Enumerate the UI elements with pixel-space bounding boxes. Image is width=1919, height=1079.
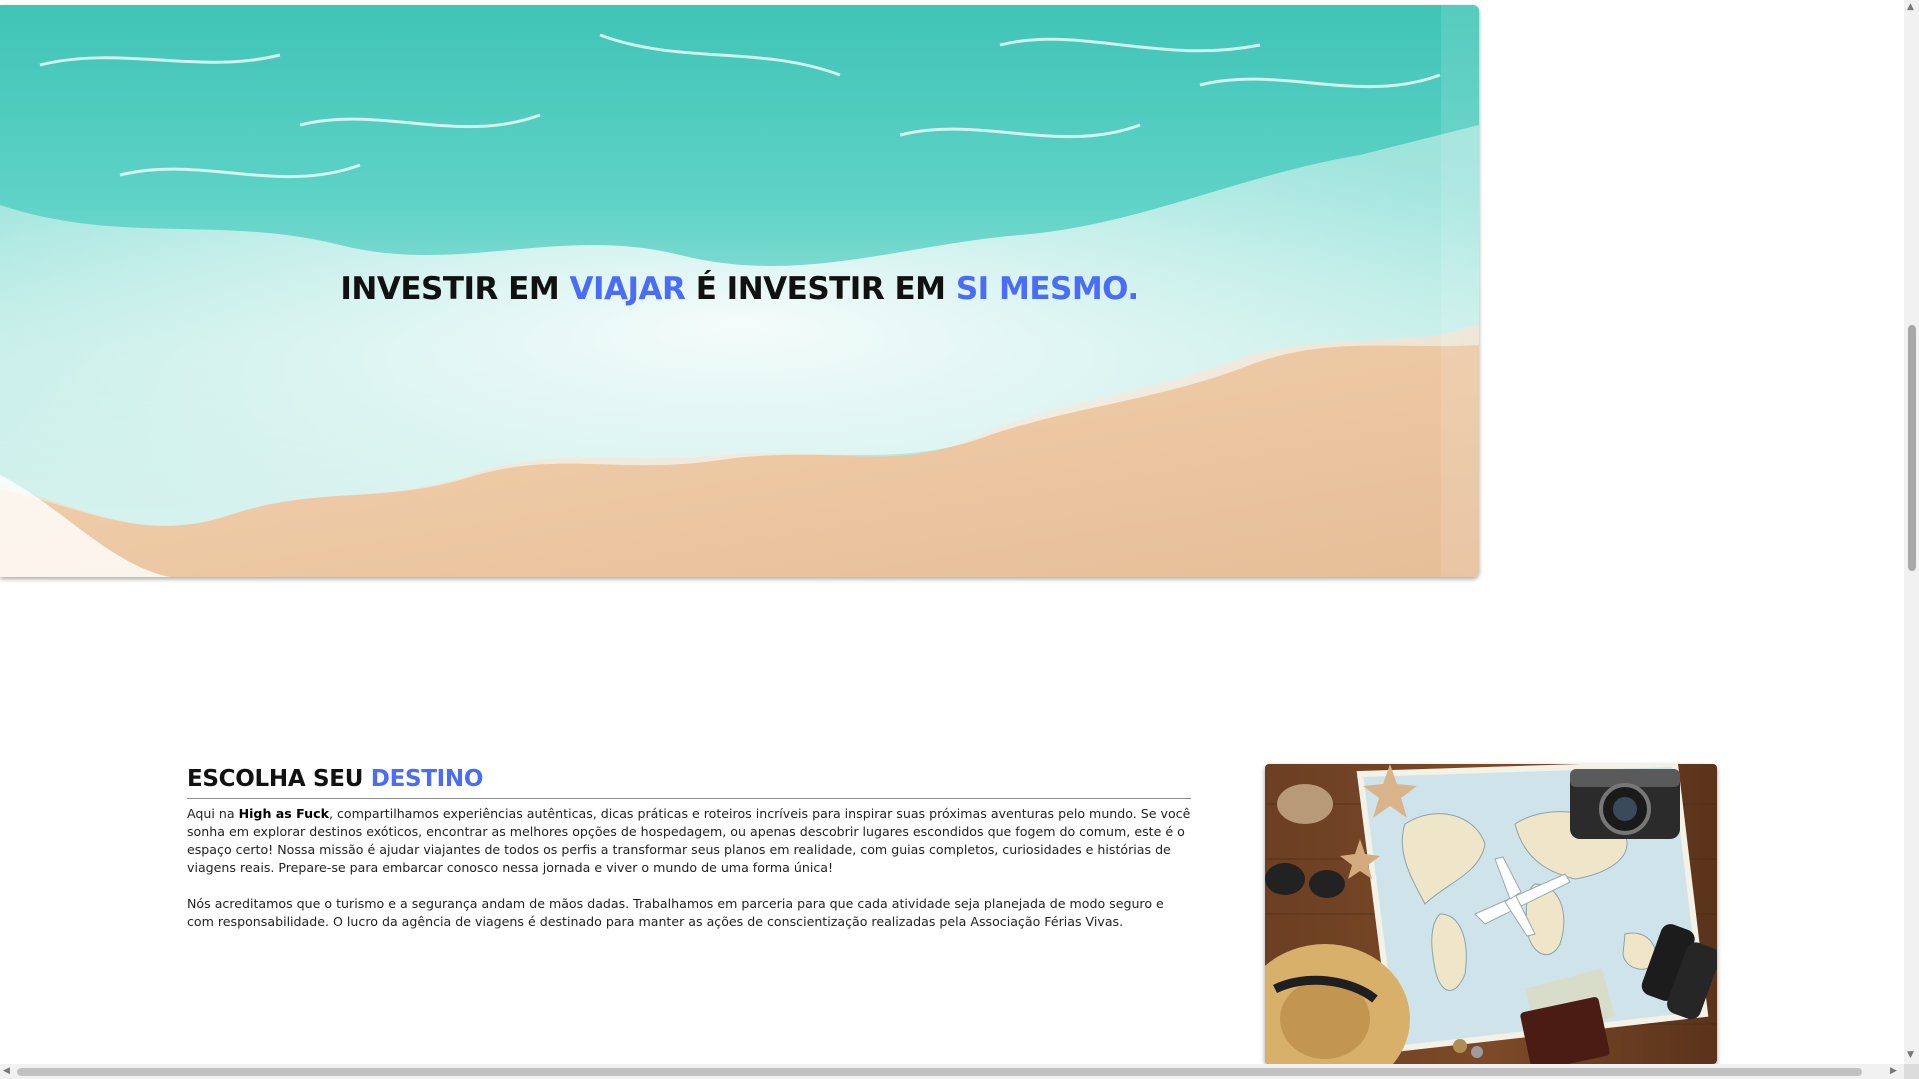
mission-paragraph: Nós acreditamos que o turismo e a segura… [187,896,1164,929]
section-title-part1: ESCOLHA SEU [187,766,371,792]
hero-headline-accent-viajar: VIAJAR [569,271,686,307]
hero-headline: INVESTIR EM VIAJAR É INVESTIR EM SI MESM… [0,271,1479,307]
hero-headline-part1: INVESTIR EM [340,271,570,307]
brand-name: High as Fuck [238,806,329,821]
section-body: Aqui na High as Fuck, compartilhamos exp… [187,805,1191,949]
intro-paragraph: Aqui na High as Fuck, compartilhamos exp… [187,805,1191,877]
hero-banner: INVESTIR EM VIAJAR É INVESTIR EM SI MESM… [0,5,1479,577]
hero-headline-accent-si-mesmo: SI MESMO. [955,271,1139,307]
section-title-accent: DESTINO [370,766,484,792]
section-divider [187,798,1191,799]
scroll-down-icon[interactable]: ▼ [1907,1050,1914,1060]
scroll-left-icon[interactable]: ◀ [3,1066,10,1076]
intro-text-start: Aqui na [187,806,239,821]
hero-headline-part2: É INVESTIR EM [685,271,956,307]
scroll-up-icon[interactable]: ▲ [1907,2,1914,12]
scroll-right-icon[interactable]: ▶ [1890,1066,1897,1076]
horizontal-scrollbar[interactable]: ◀ ▶ [0,1064,1904,1079]
vertical-scrollbar[interactable]: ▲ ▼ [1904,0,1919,1064]
section-title-destino: ESCOLHA SEU DESTINO [187,766,483,792]
vertical-scrollbar-thumb[interactable] [1908,325,1916,571]
scrollbar-corner [1904,1064,1919,1079]
horizontal-scrollbar-thumb[interactable] [17,1068,1862,1076]
intro-text-rest: , compartilhamos experiências autênticas… [187,806,1191,875]
travel-flatlay-image [1265,764,1717,1064]
